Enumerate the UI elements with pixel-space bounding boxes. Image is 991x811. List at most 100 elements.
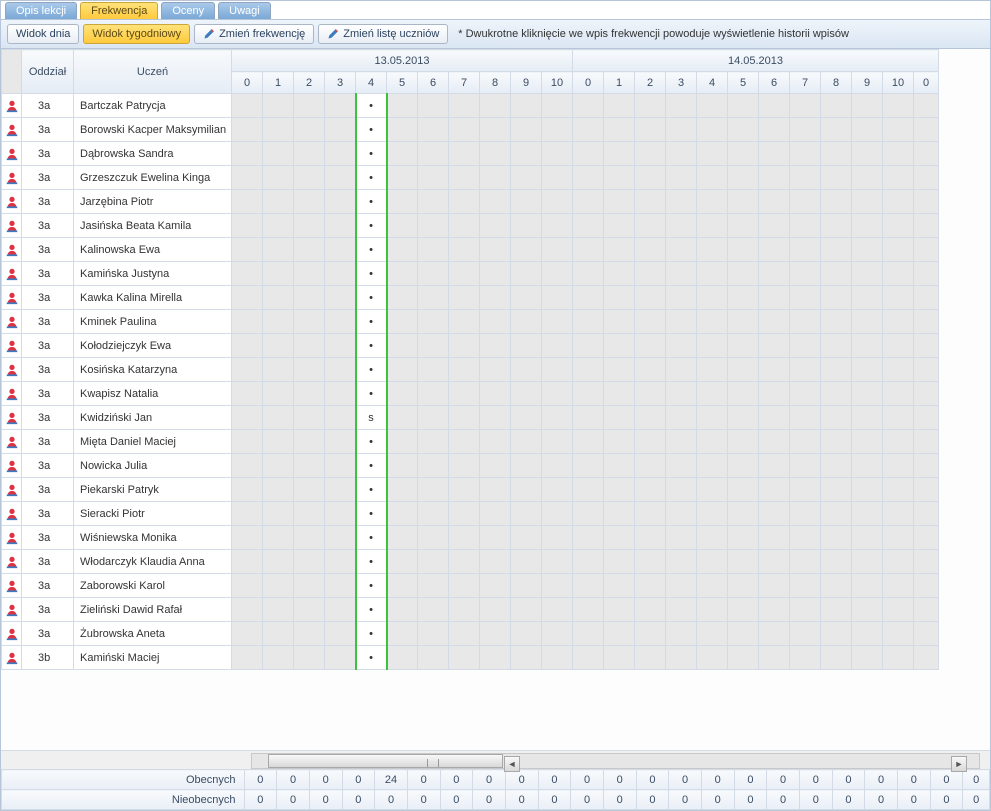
attendance-cell[interactable]: • [356,454,387,478]
attendance-cell[interactable] [666,406,697,430]
attendance-cell[interactable] [821,478,852,502]
attendance-cell[interactable] [325,454,356,478]
attendance-cell[interactable] [759,550,790,574]
attendance-cell[interactable] [387,502,418,526]
attendance-cell[interactable]: • [356,430,387,454]
attendance-cell[interactable] [790,598,821,622]
attendance-cell[interactable] [728,238,759,262]
attendance-cell[interactable] [697,358,728,382]
attendance-cell[interactable] [697,310,728,334]
day-header[interactable]: 13.05.2013 [232,50,573,72]
student-row[interactable]: 3aKawka Kalina Mirella• [2,286,939,310]
attendance-cell[interactable]: • [356,598,387,622]
attendance-cell[interactable] [542,262,573,286]
attendance-cell[interactable]: • [356,286,387,310]
attendance-cell[interactable] [604,262,635,286]
attendance-cell[interactable] [449,598,480,622]
attendance-cell[interactable] [914,286,939,310]
attendance-cell[interactable] [263,310,294,334]
attendance-cell[interactable] [852,574,883,598]
attendance-cell[interactable] [728,622,759,646]
attendance-cell[interactable] [573,478,604,502]
attendance-cell[interactable] [914,334,939,358]
attendance-cell[interactable] [604,478,635,502]
attendance-cell[interactable] [449,406,480,430]
attendance-cell[interactable] [604,454,635,478]
attendance-cell[interactable] [604,238,635,262]
student-row[interactable]: 3aSieracki Piotr• [2,502,939,526]
attendance-cell[interactable]: • [356,94,387,118]
attendance-cell[interactable] [635,526,666,550]
attendance-cell[interactable]: • [356,262,387,286]
attendance-cell[interactable] [387,214,418,238]
attendance-cell[interactable] [697,574,728,598]
attendance-cell[interactable] [573,646,604,670]
student-row[interactable]: 3aKwidziński Jans [2,406,939,430]
attendance-cell[interactable] [759,454,790,478]
attendance-cell[interactable] [604,166,635,190]
attendance-cell[interactable] [294,598,325,622]
attendance-cell[interactable] [852,358,883,382]
attendance-cell[interactable] [325,166,356,190]
attendance-cell[interactable] [232,550,263,574]
attendance-cell[interactable] [759,238,790,262]
attendance-cell[interactable] [635,574,666,598]
attendance-cell[interactable] [759,94,790,118]
student-row[interactable]: 3aDąbrowska Sandra• [2,142,939,166]
attendance-cell[interactable] [294,118,325,142]
attendance-cell[interactable] [914,406,939,430]
attendance-cell[interactable] [852,406,883,430]
attendance-cell[interactable] [790,478,821,502]
attendance-cell[interactable] [728,382,759,406]
attendance-cell[interactable] [914,166,939,190]
attendance-cell[interactable] [852,646,883,670]
attendance-cell[interactable] [294,286,325,310]
attendance-cell[interactable] [759,334,790,358]
attendance-cell[interactable] [232,142,263,166]
attendance-cell[interactable] [914,262,939,286]
attendance-cell[interactable] [821,262,852,286]
attendance-cell[interactable] [914,550,939,574]
attendance-cell[interactable]: • [356,358,387,382]
attendance-cell[interactable] [821,190,852,214]
attendance-cell[interactable]: • [356,238,387,262]
attendance-cell[interactable] [666,382,697,406]
zmien-frekwencje-button[interactable]: Zmień frekwencję [194,24,314,44]
attendance-cell[interactable] [232,622,263,646]
attendance-cell[interactable] [635,550,666,574]
attendance-cell[interactable] [759,502,790,526]
attendance-cell[interactable] [666,454,697,478]
attendance-cell[interactable] [387,310,418,334]
attendance-cell[interactable] [542,286,573,310]
attendance-cell[interactable] [294,94,325,118]
attendance-cell[interactable] [387,454,418,478]
student-row[interactable]: 3aKosińska Katarzyna• [2,358,939,382]
attendance-cell[interactable] [387,574,418,598]
attendance-cell[interactable] [480,430,511,454]
attendance-cell[interactable] [728,358,759,382]
attendance-cell[interactable] [418,430,449,454]
attendance-cell[interactable] [604,118,635,142]
attendance-cell[interactable] [449,118,480,142]
attendance-cell[interactable] [759,622,790,646]
attendance-cell[interactable] [635,118,666,142]
attendance-cell[interactable] [635,190,666,214]
attendance-cell[interactable] [418,166,449,190]
attendance-cell[interactable] [635,382,666,406]
period-header[interactable]: 7 [790,72,821,94]
attendance-cell[interactable]: • [356,526,387,550]
attendance-cell[interactable] [666,214,697,238]
period-header[interactable]: 0 [914,72,939,94]
attendance-cell[interactable] [666,334,697,358]
attendance-cell[interactable] [883,142,914,166]
attendance-cell[interactable] [759,166,790,190]
attendance-cell[interactable] [449,286,480,310]
attendance-cell[interactable] [759,574,790,598]
attendance-cell[interactable] [697,622,728,646]
attendance-cell[interactable] [263,646,294,670]
attendance-cell[interactable] [883,502,914,526]
attendance-cell[interactable] [263,526,294,550]
attendance-cell[interactable] [821,574,852,598]
attendance-cell[interactable] [449,430,480,454]
attendance-cell[interactable] [883,310,914,334]
